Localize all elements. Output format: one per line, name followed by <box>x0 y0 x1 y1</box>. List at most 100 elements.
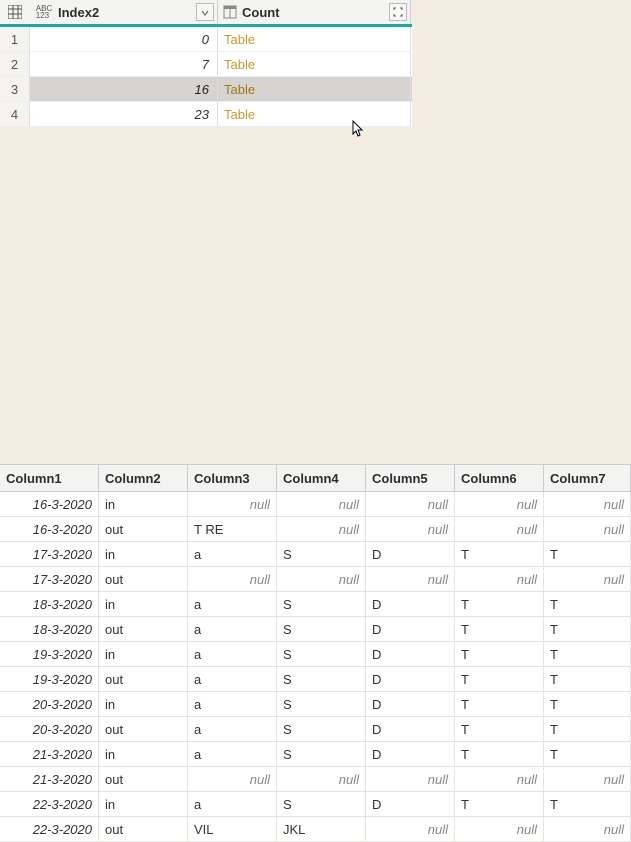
column-header-column2[interactable]: Column2 <box>99 465 188 491</box>
cell[interactable]: S <box>277 542 366 566</box>
table-options-button[interactable] <box>0 0 30 24</box>
cell[interactable]: out <box>99 817 188 841</box>
cell[interactable]: a <box>188 592 277 616</box>
cell-index2[interactable]: 23 <box>30 102 218 127</box>
table-row[interactable]: 16-3-2020outT REnullnullnullnull <box>0 517 631 542</box>
cell[interactable]: D <box>366 592 455 616</box>
cell[interactable]: null <box>366 817 455 841</box>
table-row[interactable]: 22-3-2020inaSDTT <box>0 792 631 817</box>
cell[interactable]: 19-3-2020 <box>0 642 99 666</box>
table-row[interactable]: 21-3-2020outnullnullnullnullnull <box>0 767 631 792</box>
cell[interactable]: 18-3-2020 <box>0 617 99 641</box>
cell[interactable]: S <box>277 617 366 641</box>
table-row[interactable]: 17-3-2020outnullnullnullnullnull <box>0 567 631 592</box>
column-header-column7[interactable]: Column7 <box>544 465 631 491</box>
column-header-column1[interactable]: Column1 <box>0 465 99 491</box>
cell[interactable]: 21-3-2020 <box>0 767 99 791</box>
table-row[interactable]: 19-3-2020outaSDTT <box>0 667 631 692</box>
cell[interactable]: null <box>366 567 455 591</box>
cell[interactable]: a <box>188 717 277 741</box>
cell[interactable]: S <box>277 667 366 691</box>
cell[interactable]: JKL <box>277 817 366 841</box>
cell[interactable]: null <box>366 767 455 791</box>
cell[interactable]: a <box>188 542 277 566</box>
cell-index2[interactable]: 0 <box>30 27 218 52</box>
row-number[interactable]: 4 <box>0 102 30 127</box>
column-header-count[interactable]: Count <box>218 0 411 24</box>
cell[interactable]: T <box>544 542 631 566</box>
table-row[interactable]: 20-3-2020outaSDTT <box>0 717 631 742</box>
cell[interactable]: T <box>455 667 544 691</box>
cell[interactable]: null <box>455 817 544 841</box>
column-header-column6[interactable]: Column6 <box>455 465 544 491</box>
cell[interactable]: in <box>99 692 188 716</box>
cell[interactable]: D <box>366 742 455 766</box>
cell[interactable]: 21-3-2020 <box>0 742 99 766</box>
cell[interactable]: out <box>99 717 188 741</box>
cell[interactable]: T <box>455 592 544 616</box>
cell[interactable]: T <box>544 592 631 616</box>
cell[interactable]: T <box>544 667 631 691</box>
cell[interactable]: D <box>366 717 455 741</box>
cell-index2[interactable]: 7 <box>30 52 218 77</box>
cell[interactable]: out <box>99 617 188 641</box>
cell[interactable]: D <box>366 692 455 716</box>
table-row[interactable]: 10Table <box>0 27 412 52</box>
cell[interactable]: T <box>544 642 631 666</box>
cell[interactable]: null <box>455 517 544 541</box>
cell[interactable]: T <box>455 692 544 716</box>
cell[interactable]: S <box>277 592 366 616</box>
cell[interactable]: D <box>366 792 455 816</box>
cell[interactable]: null <box>277 767 366 791</box>
cell[interactable]: 20-3-2020 <box>0 717 99 741</box>
cell[interactable]: null <box>366 517 455 541</box>
cell[interactable]: in <box>99 492 188 516</box>
column-header-column3[interactable]: Column3 <box>188 465 277 491</box>
cell[interactable]: in <box>99 742 188 766</box>
row-number[interactable]: 2 <box>0 52 30 77</box>
column-header-column4[interactable]: Column4 <box>277 465 366 491</box>
cell[interactable]: 22-3-2020 <box>0 792 99 816</box>
cell[interactable]: T <box>455 617 544 641</box>
cell[interactable]: null <box>544 492 631 516</box>
column-header-column5[interactable]: Column5 <box>366 465 455 491</box>
cell[interactable]: null <box>544 767 631 791</box>
cell[interactable]: 22-3-2020 <box>0 817 99 841</box>
cell[interactable]: out <box>99 667 188 691</box>
cell[interactable]: D <box>366 617 455 641</box>
cell[interactable]: a <box>188 742 277 766</box>
cell[interactable]: out <box>99 567 188 591</box>
cell[interactable]: a <box>188 792 277 816</box>
cell[interactable]: VIL <box>188 817 277 841</box>
cell[interactable]: null <box>188 492 277 516</box>
cell[interactable]: T <box>455 717 544 741</box>
cell[interactable]: in <box>99 792 188 816</box>
cell[interactable]: D <box>366 642 455 666</box>
cell[interactable]: 20-3-2020 <box>0 692 99 716</box>
cell[interactable]: S <box>277 692 366 716</box>
cell-count-table-link[interactable]: Table <box>218 52 411 77</box>
cell[interactable]: null <box>277 492 366 516</box>
cell[interactable]: null <box>544 517 631 541</box>
cell[interactable]: T <box>455 642 544 666</box>
cell[interactable]: D <box>366 542 455 566</box>
cell[interactable]: null <box>455 767 544 791</box>
cell[interactable]: S <box>277 792 366 816</box>
cell[interactable]: D <box>366 667 455 691</box>
table-row[interactable]: 18-3-2020outaSDTT <box>0 617 631 642</box>
table-row[interactable]: 17-3-2020inaSDTT <box>0 542 631 567</box>
cell[interactable]: null <box>544 817 631 841</box>
cell[interactable]: null <box>277 567 366 591</box>
cell[interactable]: T RE <box>188 517 277 541</box>
cell[interactable]: T <box>544 692 631 716</box>
cell[interactable]: null <box>188 767 277 791</box>
cell[interactable]: 18-3-2020 <box>0 592 99 616</box>
table-row[interactable]: 16-3-2020innullnullnullnullnull <box>0 492 631 517</box>
row-number[interactable]: 3 <box>0 77 30 102</box>
cell-count-table-link[interactable]: Table <box>218 102 411 127</box>
cell[interactable]: S <box>277 742 366 766</box>
cell[interactable]: null <box>455 492 544 516</box>
table-row[interactable]: 18-3-2020inaSDTT <box>0 592 631 617</box>
cell[interactable]: S <box>277 717 366 741</box>
column-expand-count-button[interactable] <box>389 3 407 21</box>
